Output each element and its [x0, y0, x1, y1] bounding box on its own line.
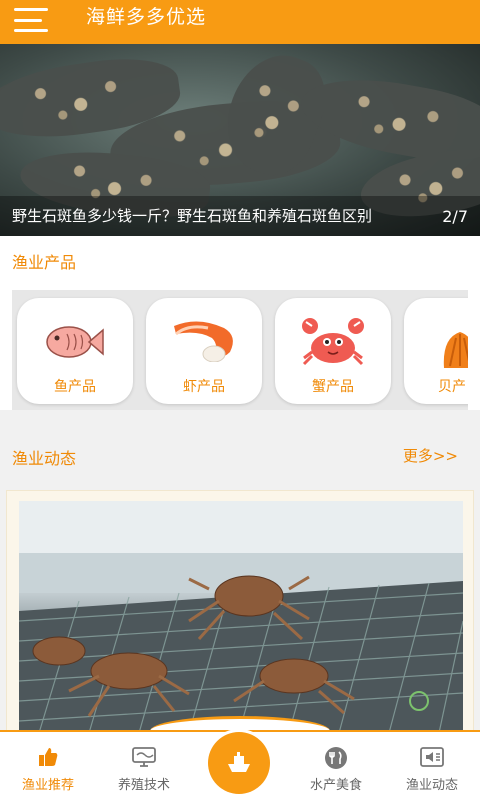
news-heading: 渔业动态 [12, 449, 77, 468]
thumbs-up-icon [39, 748, 58, 766]
fish-icon [46, 326, 104, 358]
nav-label: 渔业推荐 [21, 778, 74, 793]
nav-item-fishery-recommend[interactable]: 渔业推荐 [0, 744, 96, 800]
app-title: 海鲜多多优选 [86, 6, 207, 28]
banner-carousel[interactable]: 野生石斑鱼多少钱一斤？野生石斑鱼和养殖石斑鱼区别 2/7 [0, 44, 480, 236]
nav-item-breeding-tech[interactable]: 养殖技术 [96, 744, 192, 800]
app-bar: 海鲜多多优选 [0, 0, 480, 44]
nav-label: 水产美食 [309, 778, 362, 793]
nav-item-seafood-cuisine[interactable]: 水产美食 [288, 744, 384, 800]
crab-net-illustration [19, 501, 463, 733]
banner-caption: 野生石斑鱼多少钱一斤？野生石斑鱼和养殖石斑鱼区别 [12, 207, 373, 225]
product-card-shrimp[interactable]: 虾产品 [146, 298, 262, 404]
nav-label: 渔业动态 [405, 778, 458, 793]
menu-icon[interactable] [14, 6, 50, 34]
product-card-fish[interactable]: 鱼产品 [17, 298, 133, 404]
shell-icon [443, 332, 468, 368]
boat-icon [228, 752, 250, 772]
product-label: 鱼产品 [54, 379, 96, 395]
product-label: 贝产 [438, 379, 466, 395]
news-card[interactable] [6, 490, 474, 750]
product-scroller[interactable]: 鱼产品 虾产品 蟹产品 贝产 [12, 290, 468, 410]
product-label: 蟹产品 [312, 379, 354, 395]
product-label: 虾产品 [183, 379, 225, 395]
products-heading: 渔业产品 [12, 253, 77, 272]
center-action-button[interactable] [208, 732, 270, 794]
monitor-icon [132, 747, 156, 767]
product-card-shell[interactable]: 贝产 [404, 298, 468, 404]
product-card-crab[interactable]: 蟹产品 [275, 298, 391, 404]
more-link[interactable]: 更多>> [403, 445, 458, 466]
speaker-icon [420, 747, 444, 767]
banner-page-indicator: 2/7 [442, 207, 468, 226]
utensils-icon [325, 747, 347, 769]
nav-item-fishery-news[interactable]: 渔业动态 [384, 744, 480, 800]
news-image [19, 501, 463, 733]
crab-icon [302, 318, 364, 366]
nav-label: 养殖技术 [117, 778, 170, 793]
shrimp-icon [174, 321, 233, 362]
banner-caption-bar: 野生石斑鱼多少钱一斤？野生石斑鱼和养殖石斑鱼区别 2/7 [0, 196, 480, 236]
